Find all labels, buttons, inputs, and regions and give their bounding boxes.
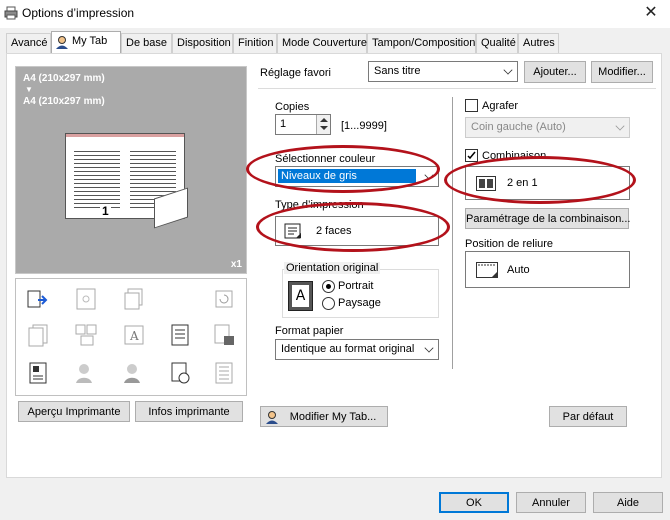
chevron-down-icon bbox=[503, 65, 513, 75]
tab-de-base[interactable]: De base bbox=[121, 33, 172, 53]
ok-button[interactable]: OK bbox=[439, 492, 509, 513]
favorite-label: Réglage favori bbox=[260, 67, 331, 79]
divider bbox=[258, 88, 656, 89]
color-select[interactable]: Niveaux de gris bbox=[275, 166, 439, 187]
chevron-down-icon bbox=[424, 170, 434, 180]
print-type-select[interactable]: 2 faces bbox=[275, 216, 439, 246]
binding-edge-icon bbox=[476, 262, 498, 278]
settings-icon-grid: A bbox=[15, 278, 247, 396]
edit-mytab-button[interactable]: Modifier My Tab... bbox=[260, 406, 388, 427]
document-icon[interactable] bbox=[168, 323, 192, 347]
edit-mytab-label: Modifier My Tab... bbox=[289, 411, 377, 423]
color-label: Sélectionner couleur bbox=[275, 153, 376, 165]
favorite-value: Sans titre bbox=[374, 65, 421, 77]
tray-output-icon[interactable] bbox=[26, 287, 50, 311]
form-icon[interactable] bbox=[26, 361, 50, 385]
paper-format-value: Identique au format original bbox=[281, 343, 415, 355]
combination-label: Combinaison bbox=[482, 150, 547, 162]
user-icon bbox=[266, 411, 278, 424]
favorite-select[interactable]: Sans titre bbox=[368, 61, 518, 82]
paper-format-label: Format papier bbox=[275, 325, 344, 337]
title-bar: Options d’impression ✕ bbox=[0, 0, 670, 28]
staple-select[interactable]: Coin gauche (Auto) bbox=[465, 117, 630, 138]
svg-text:A: A bbox=[129, 329, 139, 343]
secure-print-icon[interactable] bbox=[212, 323, 236, 347]
copies-value: 1 bbox=[280, 118, 287, 130]
portrait-radio[interactable] bbox=[322, 280, 335, 293]
portrait-label: Portrait bbox=[338, 280, 374, 292]
printer-info-button[interactable]: Infos imprimante bbox=[135, 401, 243, 422]
staple-label: Agrafer bbox=[482, 100, 519, 112]
tab-qualite[interactable]: Qualité bbox=[476, 33, 518, 53]
tab-mode-couverture[interactable]: Mode Couverture bbox=[277, 33, 367, 53]
spinner-arrows-icon[interactable] bbox=[316, 115, 330, 134]
portrait-letter: A bbox=[292, 285, 309, 307]
default-button[interactable]: Par défaut bbox=[549, 406, 627, 427]
booklet-icon[interactable] bbox=[74, 323, 98, 347]
binding-value: Auto bbox=[507, 264, 530, 276]
window-title: Options d’impression bbox=[22, 6, 135, 20]
paper-size-output: A4 (210x297 mm) bbox=[23, 96, 105, 107]
copies-badge: x1 bbox=[230, 259, 242, 270]
orientation-label: Orientation original bbox=[284, 262, 381, 274]
tab-disposition[interactable]: Disposition bbox=[172, 33, 233, 53]
user-auth-icon[interactable] bbox=[74, 361, 98, 385]
page-layout-icon[interactable] bbox=[74, 287, 98, 311]
help-button[interactable]: Aide bbox=[593, 492, 663, 513]
list-icon[interactable] bbox=[212, 361, 236, 385]
rotate-icon[interactable] bbox=[212, 287, 236, 311]
copies-label: Copies bbox=[275, 101, 310, 113]
printer-preview-button[interactable]: Aperçu Imprimante bbox=[18, 401, 130, 422]
paper-format-select[interactable]: Identique au format original bbox=[275, 339, 439, 360]
close-icon[interactable]: ✕ bbox=[638, 2, 664, 24]
tab-my-tab-label: My Tab bbox=[72, 35, 108, 47]
copies-input[interactable]: 1 bbox=[275, 114, 331, 135]
down-arrow-icon: ▼ bbox=[25, 85, 33, 94]
staple-value: Coin gauche (Auto) bbox=[471, 121, 566, 133]
printer-app-icon bbox=[4, 6, 18, 20]
print-preview: A4 (210x297 mm) ▼ A4 (210x297 mm) 1 2 x1 bbox=[15, 66, 247, 274]
combination-checkbox[interactable] bbox=[465, 149, 478, 162]
duplex-icon[interactable] bbox=[26, 323, 50, 347]
text-icon[interactable]: A bbox=[122, 323, 146, 347]
user-icon bbox=[56, 36, 68, 49]
tab-my-tab[interactable]: My Tab bbox=[51, 31, 121, 53]
binding-select[interactable]: Auto bbox=[465, 251, 630, 288]
combination-value: 2 en 1 bbox=[507, 177, 538, 189]
chevron-down-icon bbox=[424, 343, 434, 353]
landscape-radio[interactable] bbox=[322, 297, 335, 310]
column-divider bbox=[452, 97, 453, 369]
binding-label: Position de reliure bbox=[465, 238, 554, 250]
staple-checkbox[interactable] bbox=[465, 99, 478, 112]
combination-select[interactable]: 2 en 1 bbox=[465, 166, 630, 200]
color-value: Niveaux de gris bbox=[278, 169, 416, 183]
combination-settings-button[interactable]: Paramétrage de la combinaison... bbox=[465, 208, 630, 229]
paper-size-input: A4 (210x297 mm) bbox=[23, 73, 105, 84]
print-type-label: Type d’impression bbox=[275, 199, 364, 211]
copies-range: [1...9999] bbox=[341, 120, 387, 132]
checkmark-icon bbox=[467, 151, 476, 160]
schedule-print-icon[interactable] bbox=[168, 361, 192, 385]
two-up-icon bbox=[476, 176, 496, 191]
tab-tampon-composition[interactable]: Tampon/Composition bbox=[367, 33, 476, 53]
account-track-icon[interactable] bbox=[122, 361, 146, 385]
landscape-label: Paysage bbox=[338, 297, 381, 309]
copies-stack-icon[interactable] bbox=[122, 287, 146, 311]
duplex-page-icon bbox=[284, 223, 301, 239]
page-number-1: 1 bbox=[100, 204, 111, 218]
add-favorite-button[interactable]: Ajouter... bbox=[524, 61, 586, 83]
tab-avance[interactable]: Avancé bbox=[6, 33, 51, 53]
tab-finition[interactable]: Finition bbox=[233, 33, 277, 53]
cancel-button[interactable]: Annuler bbox=[516, 492, 586, 513]
modify-favorite-button[interactable]: Modifier... bbox=[591, 61, 653, 83]
print-type-value: 2 faces bbox=[316, 225, 352, 237]
chevron-down-icon bbox=[615, 121, 625, 131]
portrait-page-icon: A bbox=[288, 281, 313, 311]
tab-autres[interactable]: Autres bbox=[518, 33, 559, 53]
